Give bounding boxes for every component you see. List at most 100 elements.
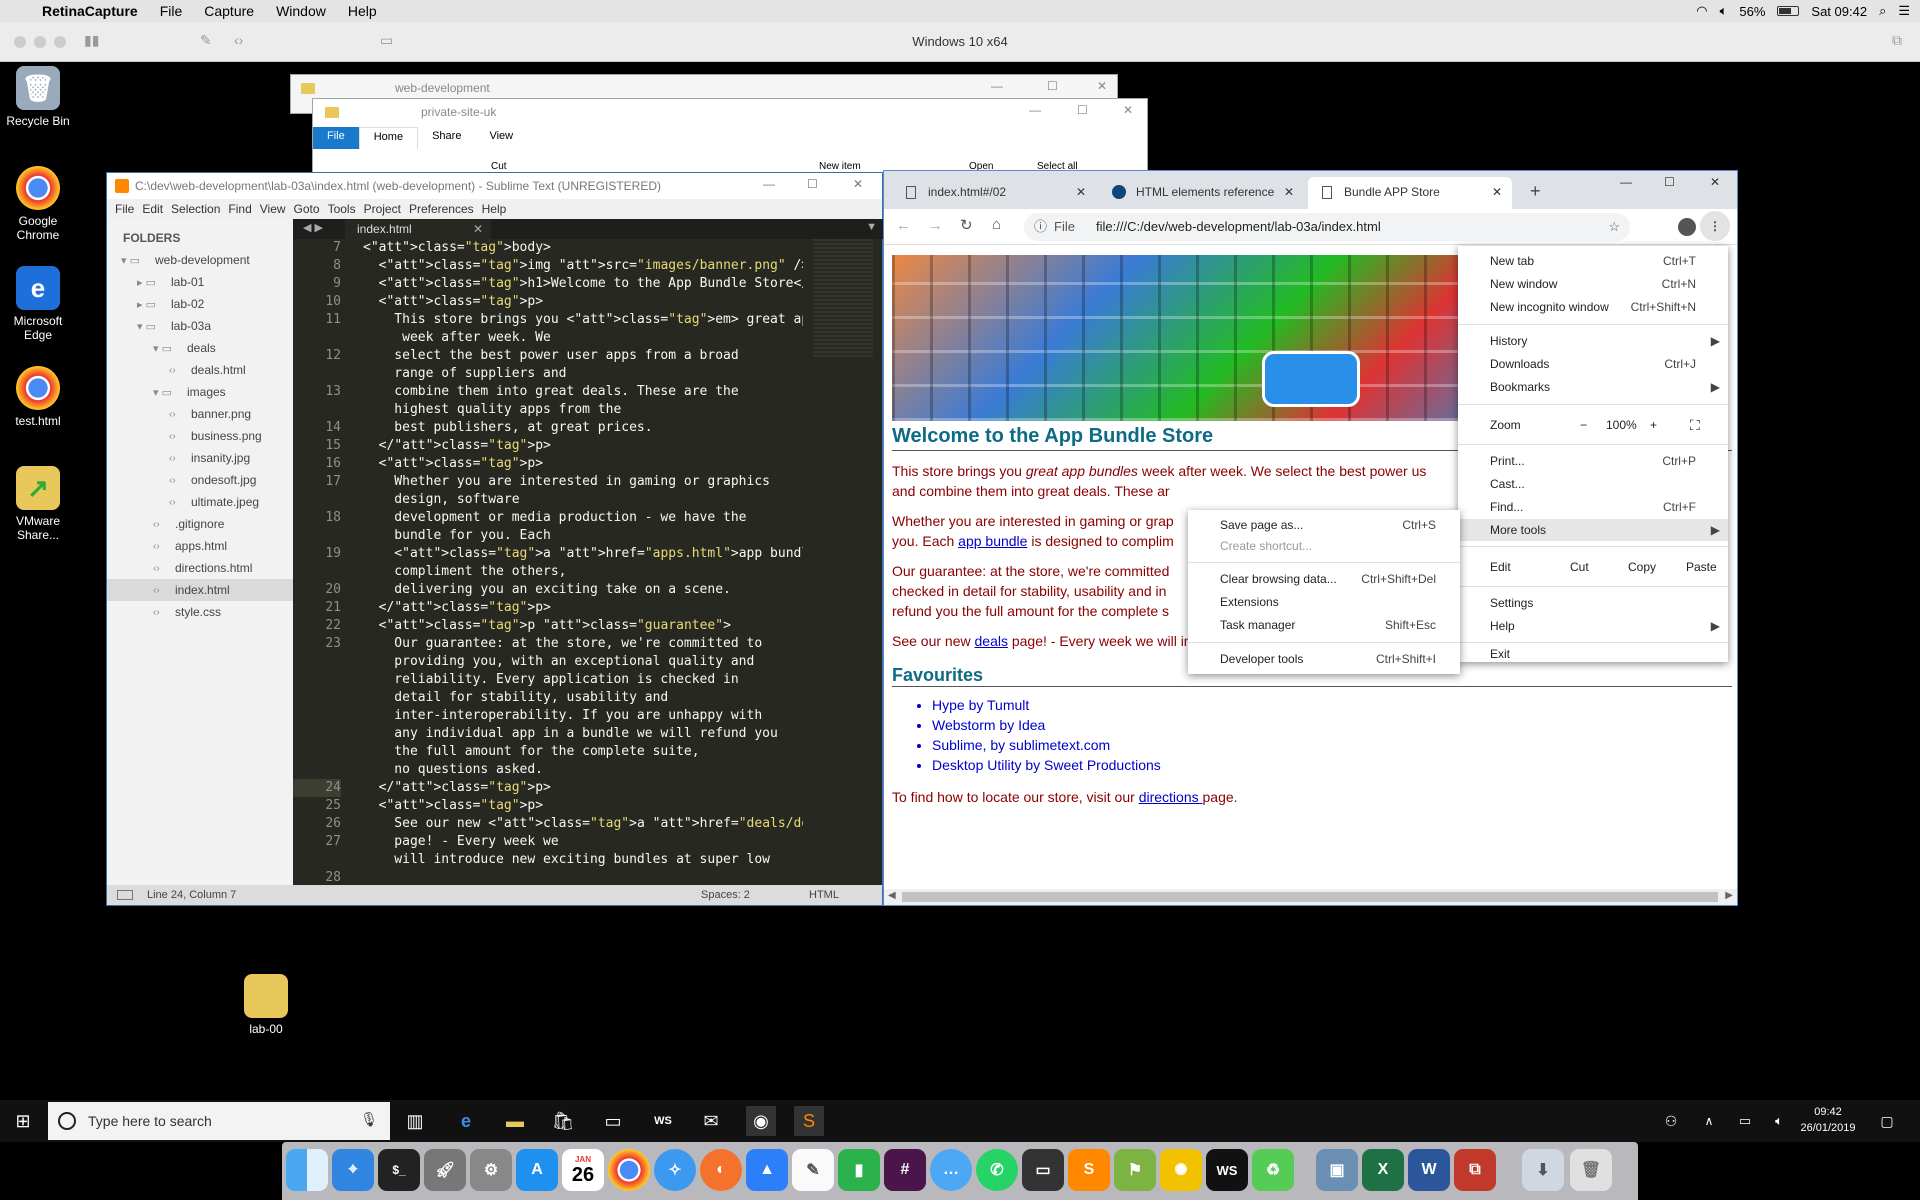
menu-cast[interactable]: Cast... (1458, 473, 1728, 495)
menu-help[interactable]: Help ▶ (1458, 615, 1728, 637)
keynote-icon[interactable]: ▲ (746, 1149, 788, 1191)
desktop-icon-chrome[interactable]: Google Chrome (0, 166, 76, 242)
cut-button[interactable]: Cut (1570, 552, 1589, 582)
close-icon[interactable]: ✕ (1076, 177, 1086, 207)
chrome-tab-3[interactable]: Bundle APP Store ✕ (1308, 177, 1512, 209)
maximize-button[interactable]: ☐ (1664, 175, 1675, 189)
scroll-right-icon[interactable]: ▶ (1725, 890, 1733, 901)
close-button[interactable]: ✕ (1097, 79, 1107, 93)
menu-capture[interactable]: Capture (193, 3, 265, 19)
menu-save-page[interactable]: Save page as... Ctrl+S (1188, 514, 1460, 536)
task-view-icon[interactable]: ▥ (400, 1106, 430, 1136)
address-bar[interactable]: ⓘ File file:///C:/dev/web-development/la… (1024, 213, 1630, 241)
forward-icon[interactable]: → (928, 217, 943, 234)
excel-icon[interactable]: X (1362, 1149, 1404, 1191)
horizontal-scrollbar[interactable]: ◀ ▶ (884, 889, 1737, 905)
launchpad-icon[interactable]: 🚀︎ (424, 1149, 466, 1191)
home-icon[interactable]: ⌂ (992, 216, 1001, 233)
menu-history[interactable]: History ▶ (1458, 330, 1728, 352)
file-tree-item[interactable]: ‹› business.png (107, 425, 293, 447)
desktop-icon-vmware-share[interactable]: ↗ VMware Share... (0, 466, 76, 542)
file-explorer-taskbar-icon[interactable]: ▬ (500, 1106, 530, 1136)
minimap[interactable] (813, 239, 873, 359)
sublime-menu-file[interactable]: File (111, 202, 138, 216)
menu-task-manager[interactable]: Task manager Shift+Esc (1188, 614, 1460, 636)
ribbon-tab-share[interactable]: Share (418, 127, 475, 149)
preview-icon[interactable]: ▣ (1316, 1149, 1358, 1191)
menu-help[interactable]: Help (337, 3, 388, 19)
desktop-icon-test-html[interactable]: test.html (0, 366, 76, 428)
taskbar-search-box[interactable]: Type here to search 🎙︎ (48, 1102, 390, 1140)
explorer-window-front[interactable]: private-site-uk — ☐ ✕ File Home Share Vi… (312, 98, 1148, 178)
messages-icon[interactable]: … (930, 1149, 972, 1191)
edge-taskbar-icon[interactable]: e (451, 1106, 481, 1136)
sublime-menu-find[interactable]: Find (224, 202, 255, 216)
directions-link[interactable]: directions (1139, 789, 1203, 805)
profile-avatar[interactable] (1678, 218, 1696, 236)
minimize-button[interactable]: — (763, 177, 775, 191)
sublime-dock-icon[interactable]: S (1068, 1149, 1110, 1191)
sublime-menu-view[interactable]: View (256, 202, 290, 216)
file-tree-item[interactable]: ▾ ▭ deals (107, 337, 293, 359)
chrome-tab-1[interactable]: index.html#/02 ✕ (892, 177, 1096, 209)
bookmark-star-icon[interactable]: ☆ (1608, 213, 1620, 241)
menu-developer-tools[interactable]: Developer tools Ctrl+Shift+I (1188, 648, 1460, 670)
chrome-tab-2[interactable]: HTML elements reference ✕ (1100, 177, 1304, 209)
tray-chevron-icon[interactable]: ∧ (1694, 1106, 1724, 1136)
file-tree-item[interactable]: ‹› deals.html (107, 359, 293, 381)
calendar-icon[interactable]: JAN 26 (562, 1149, 604, 1191)
menu-window[interactable]: Window (265, 3, 337, 19)
scroll-left-icon[interactable]: ◀ (888, 890, 896, 901)
minimize-button[interactable]: — (991, 79, 1003, 93)
ribbon-tab-view[interactable]: View (475, 127, 527, 149)
close-icon[interactable]: ✕ (1284, 177, 1294, 207)
reload-icon[interactable]: ↻ (960, 216, 973, 234)
desktop-icon-recycle-bin[interactable]: 🗑︎ Recycle Bin (0, 66, 76, 128)
file-tree-item[interactable]: ‹› ultimate.jpeg (107, 491, 293, 513)
terminal-icon[interactable]: $_ (378, 1149, 420, 1191)
ribbon-tab-home[interactable]: Home (358, 127, 419, 149)
word-icon[interactable]: W (1408, 1149, 1450, 1191)
parallels-icon[interactable]: ⧉ (1454, 1149, 1496, 1191)
close-button[interactable]: ✕ (1710, 175, 1720, 189)
minimize-button[interactable]: — (1029, 103, 1041, 117)
trash-icon[interactable]: 🗑︎ (1570, 1149, 1612, 1191)
webstorm-taskbar-icon[interactable]: WS (648, 1106, 678, 1136)
new-tab-button[interactable]: + (1530, 181, 1541, 202)
sublime-menu-project[interactable]: Project (360, 202, 405, 216)
file-tree-item[interactable]: ▾ ▭ images (107, 381, 293, 403)
people-icon[interactable]: ⚇ (1656, 1106, 1686, 1136)
mail-taskbar-icon[interactable]: ✉︎ (696, 1106, 726, 1136)
menu-extensions[interactable]: Extensions (1188, 591, 1460, 613)
maximize-button[interactable]: ☐ (1047, 79, 1058, 93)
indentation[interactable]: Spaces: 2 (701, 889, 750, 901)
android-icon[interactable]: ⚑ (1114, 1149, 1156, 1191)
battery-percent[interactable]: 56% (1739, 4, 1765, 19)
scrollbar-thumb[interactable] (902, 892, 1718, 902)
menu-bookmarks[interactable]: Bookmarks ▶ (1458, 376, 1728, 398)
volume-tray-icon[interactable]: 🔈︎ (1764, 1106, 1794, 1136)
file-tree-item[interactable]: ‹› insanity.jpg (107, 447, 293, 469)
syntax[interactable]: HTML (809, 889, 839, 901)
back-icon[interactable]: ← (896, 217, 911, 234)
file-tree-item[interactable]: ▸ ▭ lab-02 (107, 293, 293, 315)
new-item-button[interactable]: New item (819, 161, 861, 172)
menu-new-window[interactable]: New window Ctrl+N (1458, 273, 1728, 295)
chrome-taskbar-icon[interactable]: ◉ (746, 1106, 776, 1136)
slack-icon[interactable]: # (884, 1149, 926, 1191)
sublime-menu-goto[interactable]: Goto (290, 202, 324, 216)
sublime-menu-preferences[interactable]: Preferences (405, 202, 478, 216)
store-taskbar-icon[interactable]: 🛍︎ (548, 1106, 578, 1136)
maps-icon[interactable]: ⌖ (332, 1149, 374, 1191)
windows-start-icon[interactable]: ⊞ (8, 1106, 38, 1136)
action-center-icon[interactable]: ▢ (1872, 1106, 1902, 1136)
sublime-menu-selection[interactable]: Selection (167, 202, 224, 216)
spotlight-icon[interactable]: ⌕ (1879, 3, 1886, 19)
menu-find[interactable]: Find... Ctrl+F (1458, 496, 1728, 518)
menu-more-tools[interactable]: More tools ▶ (1458, 519, 1728, 541)
file-tree-item[interactable]: ▾ ▭ web-development (107, 249, 293, 271)
file-tree-item[interactable]: ‹› index.html (107, 579, 293, 601)
bulb-icon[interactable]: ✺ (1160, 1149, 1202, 1191)
app-store-icon[interactable]: A (516, 1149, 558, 1191)
code-editor[interactable]: <"att">class="tag">body> <"att">class="t… (363, 239, 803, 887)
